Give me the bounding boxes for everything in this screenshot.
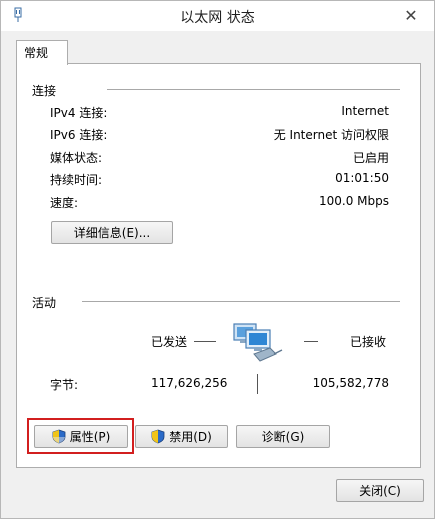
bytes-separator xyxy=(257,374,258,394)
media-state-value: 已启用 xyxy=(352,151,389,165)
tab-general[interactable]: 常规 xyxy=(16,40,68,65)
received-label: 已接收 xyxy=(350,335,387,349)
tab-general-label: 常规 xyxy=(24,46,49,60)
speed-label: 速度: xyxy=(50,196,79,210)
network-computers-icon xyxy=(233,323,283,362)
uac-shield-icon xyxy=(151,429,165,444)
ipv4-label: IPv4 连接: xyxy=(50,106,108,120)
connection-divider xyxy=(107,89,400,90)
uac-shield-icon xyxy=(52,429,66,444)
disable-label: 禁用(D) xyxy=(169,430,212,444)
sent-label: 已发送 xyxy=(151,335,188,349)
properties-label: 属性(P) xyxy=(69,430,111,444)
activity-divider xyxy=(82,301,400,302)
bytes-label: 字节: xyxy=(50,378,79,392)
disable-button[interactable]: 禁用(D) xyxy=(135,425,228,448)
media-state-label: 媒体状态: xyxy=(50,151,103,165)
title-bar: 以太网 状态 ✕ xyxy=(1,1,434,31)
duration-label: 持续时间: xyxy=(50,173,103,187)
bytes-received-value: 105,582,778 xyxy=(312,376,389,390)
activity-group-header: 活动 xyxy=(32,296,57,310)
duration-value: 01:01:50 xyxy=(335,171,389,185)
connection-group-header: 连接 xyxy=(32,84,57,98)
close-icon[interactable]: ✕ xyxy=(398,5,424,25)
close-button[interactable]: 关闭(C) xyxy=(336,479,424,502)
general-panel: 连接 IPv4 连接: Internet IPv6 连接: 无 Internet… xyxy=(16,63,421,468)
received-dash xyxy=(304,341,318,342)
status-window: 以太网 状态 ✕ 常规 连接 IPv4 连接: Internet IPv6 连接… xyxy=(0,0,435,519)
ipv6-value: 无 Internet 访问权限 xyxy=(273,128,389,142)
ipv6-label: IPv6 连接: xyxy=(50,128,108,142)
speed-value: 100.0 Mbps xyxy=(318,194,389,208)
properties-button[interactable]: 属性(P) xyxy=(34,425,128,448)
details-button[interactable]: 详细信息(E)... xyxy=(51,221,173,244)
bytes-sent-value: 117,626,256 xyxy=(151,376,228,390)
diagnose-button[interactable]: 诊断(G) xyxy=(236,425,330,448)
ipv4-value: Internet xyxy=(341,104,389,118)
sent-dash xyxy=(194,341,216,342)
window-title: 以太网 状态 xyxy=(180,10,255,26)
